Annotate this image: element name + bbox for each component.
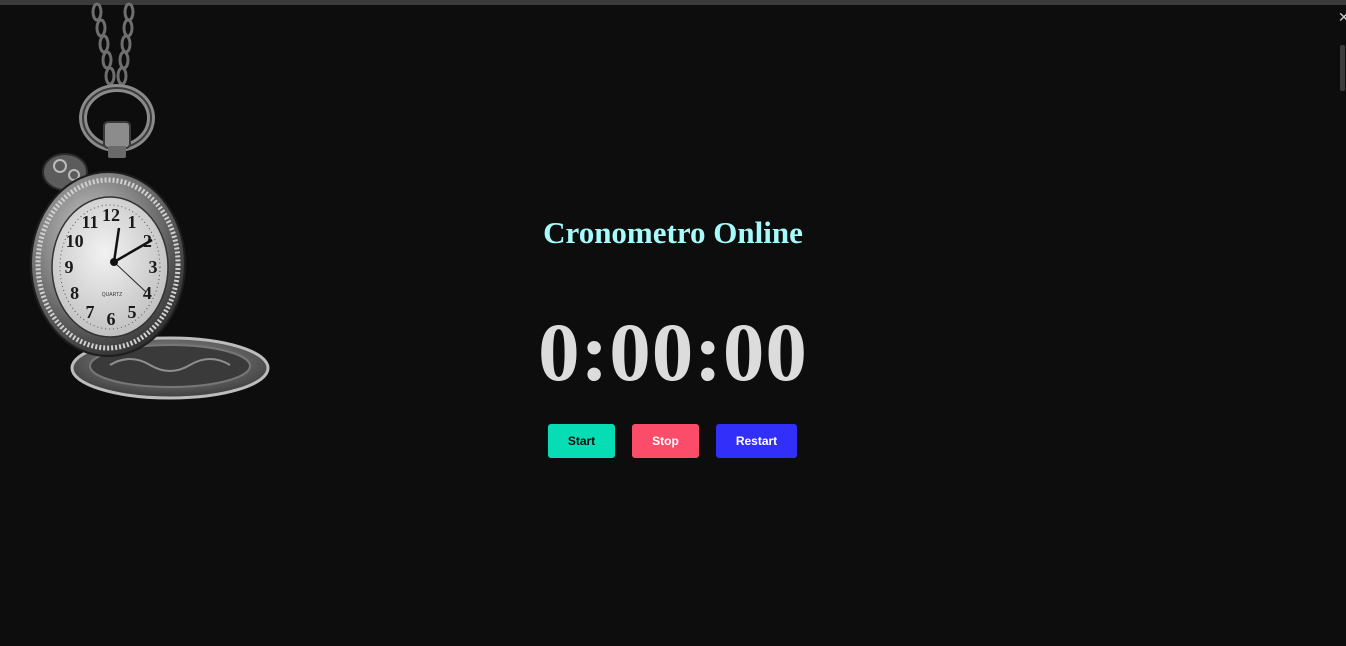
timer-display: 0:00:00 <box>538 306 808 398</box>
dial-brand: QUARTZ <box>102 292 122 298</box>
dial-numeral: 3 <box>149 257 158 277</box>
dial-numeral: 8 <box>70 283 79 303</box>
dial-numeral: 9 <box>65 257 74 277</box>
page-title: Cronometro Online <box>543 215 803 250</box>
scrollbar-thumb[interactable] <box>1340 45 1345 91</box>
dial-numeral: 4 <box>143 283 152 303</box>
close-icon[interactable]: ✕ <box>1338 9 1346 27</box>
start-button[interactable]: Start <box>548 424 615 458</box>
restart-button[interactable]: Restart <box>716 424 797 458</box>
stop-button[interactable]: Stop <box>632 424 699 458</box>
